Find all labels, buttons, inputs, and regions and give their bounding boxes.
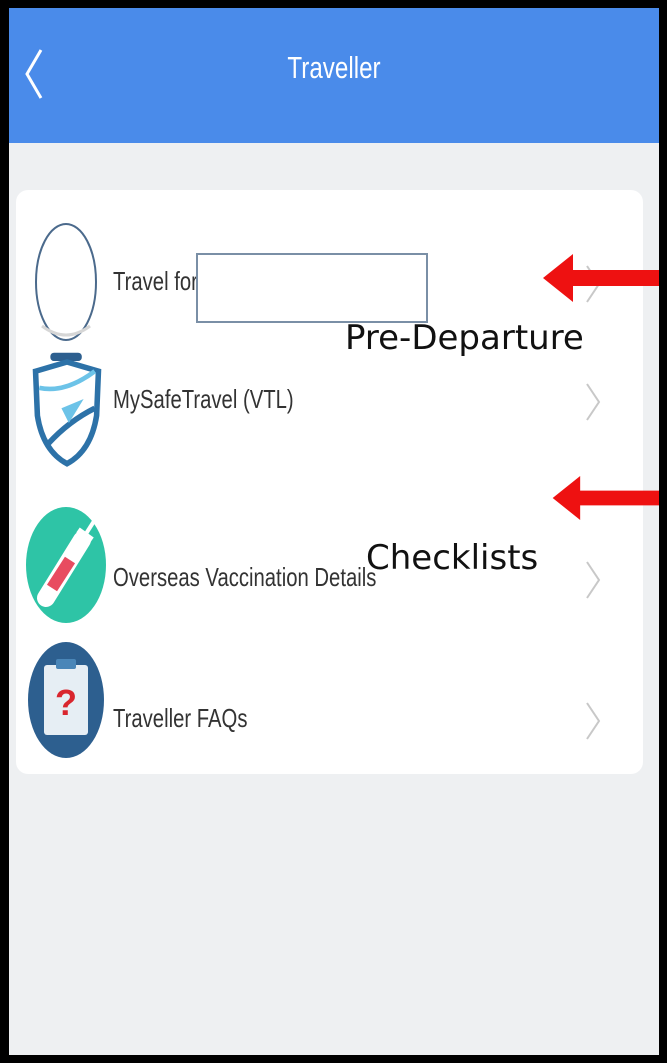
svg-text:?: ?: [55, 682, 77, 723]
redacted-name-box: [196, 253, 428, 323]
chevron-right-icon: [586, 383, 601, 421]
list-item-label: Traveller FAQs: [113, 703, 248, 733]
list-item-faqs[interactable]: ? Traveller FAQs: [16, 625, 643, 765]
faq-document-icon: ?: [28, 642, 104, 758]
screenshot-frame: Traveller Travel for MySafeTravel (VTL) …: [0, 0, 667, 1063]
page-title: Traveller: [287, 50, 381, 85]
list-item-label: MySafeTravel (VTL): [113, 384, 294, 414]
red-arrow-icon: [543, 254, 659, 302]
annotation-checklists: Checklists: [366, 538, 539, 578]
chevron-right-icon: [586, 561, 601, 599]
app-screen: Traveller Travel for MySafeTravel (VTL) …: [9, 8, 659, 1055]
annotation-pre-departure: Pre-Departure: [345, 318, 584, 358]
profile-circle-icon: [35, 223, 97, 341]
list-item-label: Overseas Vaccination Details: [113, 562, 377, 592]
chevron-right-icon: [586, 702, 601, 740]
red-arrow-icon: [552, 476, 659, 520]
shield-plane-icon: [32, 352, 102, 467]
syringe-icon: [26, 507, 106, 623]
list-item-label: Travel for: [113, 266, 198, 296]
chevron-left-icon[interactable]: [17, 44, 51, 104]
top-bar: Traveller: [9, 8, 659, 143]
list-item-mysafetravel[interactable]: MySafeTravel (VTL): [16, 340, 643, 480]
